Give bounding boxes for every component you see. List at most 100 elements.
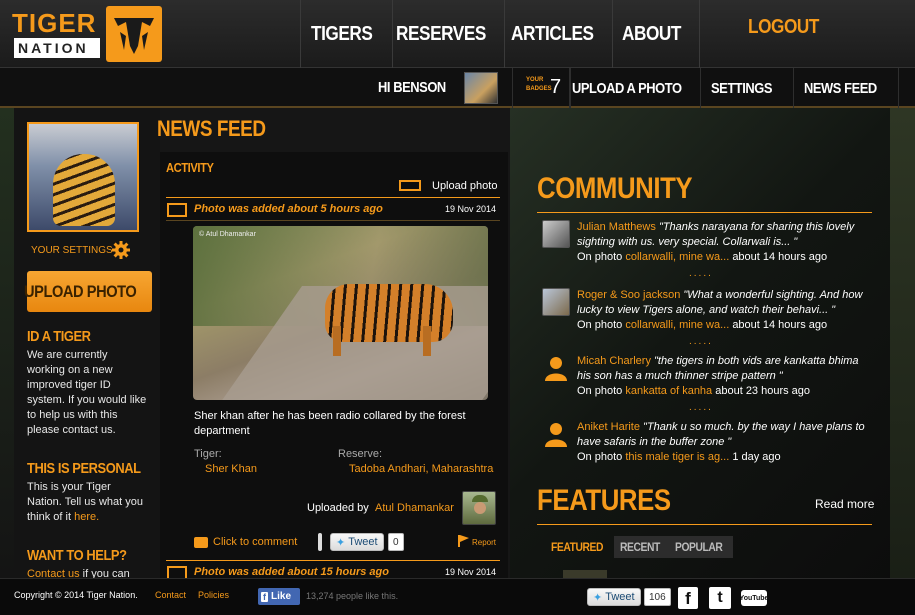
activity-heading-text: ACTIVITY (166, 160, 214, 175)
twitter-icon[interactable]: t (709, 587, 731, 609)
tiger-nation-logo[interactable]: TIGER NATION (8, 6, 162, 62)
commenter-avatar[interactable] (542, 220, 570, 248)
twitter-bird-icon: ✦ (336, 536, 346, 549)
tiger-label: Tiger: (194, 448, 222, 460)
youtube-icon[interactable]: YouTube (739, 590, 769, 606)
tab-popular[interactable]: POPULAR (672, 536, 733, 558)
tab-recent-label: RECENT (619, 540, 660, 554)
badges-label-your: YOUR (526, 77, 544, 83)
help-heading: WANT TO HELP? (27, 547, 143, 564)
photo-tiger-leg (333, 326, 341, 356)
settings-link[interactable]: SETTINGS (700, 68, 793, 108)
photo-link[interactable]: collarwalli, mine wa... (625, 319, 729, 331)
feature-thumbnail[interactable] (563, 570, 607, 578)
logo-text-tiger: TIGER (12, 8, 97, 38)
tiger-photo[interactable]: © Atul Dhamankar (193, 226, 488, 400)
nav-about[interactable]: ABOUT (612, 0, 700, 68)
reserve-label: Reserve: (338, 448, 383, 460)
footer-tweet-label: Tweet (605, 591, 635, 603)
badges-label-badges: BADGES (526, 86, 552, 92)
community-entry: Roger & Soo jackson "What a wonderful si… (577, 288, 875, 333)
facebook-like-button[interactable]: f Like (258, 588, 300, 605)
profile-photo[interactable] (27, 122, 139, 232)
features-title-text: FEATURES (537, 484, 671, 517)
facebook-icon[interactable]: f (678, 587, 698, 609)
community-title-text: COMMUNITY (537, 172, 693, 205)
footer-tweet-count: 106 (644, 588, 671, 606)
photo-link[interactable]: this male tiger is ag... (625, 451, 729, 463)
feed-item-date: 19 Nov 2014 (445, 204, 497, 214)
nav-reserves[interactable]: RESERVES (392, 0, 504, 68)
features-title: FEATURES (537, 484, 692, 518)
speech-bubble-icon (194, 537, 208, 548)
commenter-name-link[interactable]: Aniket Harite (577, 421, 640, 433)
youtube-icon-label: YouTube (739, 594, 769, 602)
click-to-comment-link[interactable]: Click to comment (213, 536, 297, 548)
entry-separator: ..... (689, 336, 713, 347)
photo-icon (399, 180, 421, 191)
community-title: COMMUNITY (537, 172, 717, 206)
user-avatar[interactable] (464, 72, 498, 104)
flag-icon (458, 535, 469, 547)
personal-feedback-link[interactable]: here. (74, 511, 99, 523)
your-settings-link[interactable]: YOUR SETTINGS (31, 245, 113, 256)
upload-photo-link-label: UPLOAD A PHOTO (571, 79, 682, 97)
tab-featured[interactable]: FEATURED (547, 536, 615, 558)
photo-credit: © Atul Dhamankar (199, 231, 256, 238)
commenter-name-link[interactable]: Roger & Soo jackson (577, 289, 680, 301)
nav-reserves-label: RESERVES (396, 22, 487, 45)
badges-widget[interactable]: YOUR BADGES 7 (512, 68, 570, 108)
photo-icon (167, 203, 187, 217)
commenter-name-link[interactable]: Micah Charlery (577, 355, 651, 367)
help-text: if you can (79, 568, 130, 578)
tiger-name-link[interactable]: Sher Khan (205, 463, 257, 475)
reserve-name-link[interactable]: Tadoba Andhari, Maharashtra (349, 463, 493, 475)
read-more-link[interactable]: Read more (815, 497, 874, 511)
photo-link[interactable]: kankatta of kanha (625, 385, 712, 397)
personal-heading: THIS IS PERSONAL (27, 460, 159, 477)
comment-time: about 14 hours ago (732, 251, 828, 263)
commenter-name-link[interactable]: Julian Matthews (577, 221, 656, 233)
feed-upload-photo-link[interactable]: Upload photo (432, 180, 497, 192)
news-feed-link[interactable]: NEWS FEED (793, 68, 899, 108)
gear-icon[interactable] (112, 241, 130, 259)
comment-time: 1 day ago (732, 451, 781, 463)
upload-photo-button[interactable]: UPLOAD PHOTO (24, 271, 152, 312)
community-entry: Julian Matthews "Thanks narayana for sha… (577, 220, 875, 265)
uploader-link[interactable]: Atul Dhamankar (375, 502, 454, 514)
divider (537, 524, 872, 525)
logout-link[interactable]: LOGOUT (748, 16, 831, 39)
report-link[interactable]: Report (472, 538, 496, 547)
background-edge-right (890, 108, 915, 578)
nav-articles[interactable]: ARTICLES (504, 0, 612, 68)
footer-policies-link[interactable]: Policies (198, 590, 229, 600)
comment-time: about 14 hours ago (732, 319, 828, 331)
badges-count: 7 (550, 76, 562, 98)
photo-link[interactable]: collarwalli, mine wa... (625, 251, 729, 263)
commenter-avatar[interactable] (542, 288, 570, 316)
contact-us-link[interactable]: Contact us (27, 568, 80, 578)
user-silhouette-icon[interactable] (542, 420, 570, 448)
tweet-button-label: Tweet (348, 536, 378, 548)
feed-item-headline: Photo was added about 15 hours ago (194, 566, 389, 578)
user-silhouette-icon[interactable] (542, 354, 570, 382)
tab-recent[interactable]: RECENT (614, 536, 672, 558)
divider (166, 220, 500, 221)
facebook-like-count: 13,274 people like this. (306, 591, 399, 601)
upload-photo-link[interactable]: UPLOAD A PHOTO (570, 68, 700, 108)
nav-about-label: ABOUT (621, 22, 681, 45)
tweet-button[interactable]: ✦ Tweet (330, 533, 384, 551)
feed-item-headline: Photo was added about 5 hours ago (194, 203, 383, 215)
help-heading-text: WANT TO HELP? (27, 547, 127, 564)
upload-photo-button-label: UPLOAD PHOTO (24, 281, 137, 301)
nav-tigers[interactable]: TIGERS (300, 0, 392, 68)
nav-tigers-label: TIGERS (310, 22, 373, 45)
greeting-label: HI BENSON (378, 79, 446, 96)
footer-tweet-button[interactable]: ✦ Tweet (587, 588, 641, 606)
logo-text-nation: NATION (14, 38, 100, 58)
uploader-avatar[interactable] (462, 491, 496, 525)
footer-contact-link[interactable]: Contact (155, 590, 186, 600)
on-photo-label: On photo (577, 385, 623, 397)
id-tiger-heading: ID A TIGER (27, 328, 101, 345)
tweet-count: 0 (388, 533, 404, 551)
